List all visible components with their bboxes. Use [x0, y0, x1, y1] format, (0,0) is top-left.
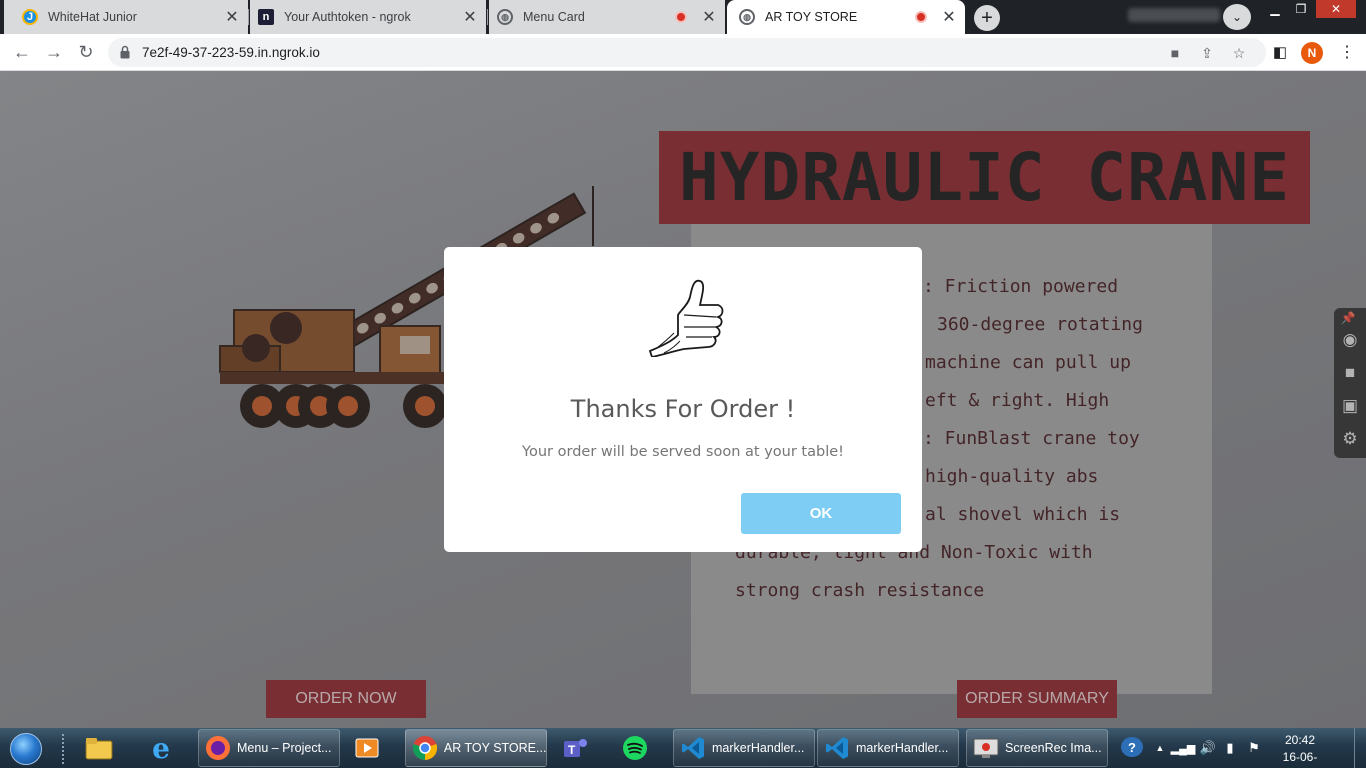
close-tab-icon[interactable]: ✕: [220, 5, 244, 29]
firefox-icon: [203, 733, 233, 763]
minimize-button[interactable]: ▁: [1262, 0, 1288, 18]
taskbar-item-label: ScreenRec Ima...: [1005, 741, 1102, 755]
chrome-icon: [410, 733, 440, 763]
thumbs-up-icon: [648, 279, 724, 357]
taskbar-item-vscode-1[interactable]: markerHandler...: [673, 729, 815, 767]
whitehat-icon: J: [22, 9, 38, 25]
close-window-button[interactable]: ✕: [1316, 0, 1356, 18]
tab-whitehat-junior[interactable]: J WhiteHat Junior ✕: [4, 0, 248, 34]
system-clock[interactable]: 20:42 16-06-2022: [1270, 732, 1330, 768]
volume-icon[interactable]: 🔊: [1199, 738, 1217, 758]
taskbar-item-chrome[interactable]: AR TOY STORE...: [405, 729, 547, 767]
reload-button[interactable]: ↻: [72, 38, 100, 66]
media-player-icon: [352, 733, 382, 763]
file-explorer-button[interactable]: [84, 729, 124, 767]
taskbar-item-vscode-2[interactable]: markerHandler...: [817, 729, 959, 767]
new-tab-button[interactable]: +: [974, 5, 1000, 31]
browser-toolbar: ← → ↻ 7e2f-49-37-223-59.in.ngrok.io ■ ⇪ …: [0, 34, 1366, 71]
power-icon[interactable]: ▮: [1222, 738, 1238, 758]
taskbar-item-firefox[interactable]: Menu – Project...: [198, 729, 340, 767]
close-tab-icon[interactable]: ✕: [937, 5, 961, 29]
url-text: 7e2f-49-37-223-59.in.ngrok.io: [142, 45, 320, 60]
tab-ngrok-authtoken[interactable]: n Your Authtoken - ngrok ✕: [250, 0, 486, 34]
teams-button[interactable]: T: [560, 729, 600, 767]
dialog-title: Thanks For Order !: [570, 395, 796, 423]
spotify-button[interactable]: [620, 729, 660, 767]
windows-logo-icon: [10, 733, 42, 765]
media-player-button[interactable]: [352, 729, 392, 767]
tab-title: AR TOY STORE: [765, 10, 858, 24]
network-signal-icon[interactable]: ▂▄▆: [1171, 738, 1196, 758]
taskbar-grip: [62, 734, 66, 764]
vscode-icon: [822, 733, 852, 763]
close-tab-icon[interactable]: ✕: [697, 5, 721, 29]
tab-separator: [248, 9, 249, 25]
profile-avatar[interactable]: N: [1301, 42, 1323, 64]
globe-icon: ◍: [739, 9, 755, 25]
recording-indicator-icon: [915, 11, 927, 23]
lock-icon: [120, 45, 130, 59]
side-panel-icon[interactable]: ◧: [1270, 42, 1290, 62]
ngrok-icon: n: [258, 9, 274, 25]
taskbar-item-label: markerHandler...: [856, 741, 949, 755]
clock-date: 16-06-2022: [1282, 750, 1318, 768]
forward-button[interactable]: →: [40, 38, 68, 66]
order-confirmation-dialog: Thanks For Order ! Your order will be se…: [444, 247, 922, 552]
close-tab-icon[interactable]: ✕: [458, 5, 482, 29]
ok-button[interactable]: OK: [741, 493, 901, 534]
svg-text:T: T: [568, 743, 576, 757]
tab-ar-toy-store[interactable]: ◍ AR TOY STORE ✕: [727, 0, 965, 34]
tab-title: WhiteHat Junior: [48, 10, 137, 24]
taskbar-item-label: AR TOY STORE...: [443, 741, 546, 755]
camera-in-use-icon[interactable]: ■: [1166, 44, 1184, 62]
tab-title: Your Authtoken - ngrok: [284, 10, 411, 24]
taskbar-item-label: markerHandler...: [712, 741, 805, 755]
action-center-flag-icon[interactable]: ⚑: [1246, 738, 1262, 758]
tab-menu-card[interactable]: ◍ Menu Card ✕: [489, 0, 725, 34]
folder-icon: [84, 733, 114, 763]
recording-indicator-icon: [675, 11, 687, 23]
dialog-message: Your order will be served soon at your t…: [522, 444, 844, 460]
clock-time: 20:42: [1284, 733, 1316, 747]
internet-explorer-button[interactable]: e: [146, 729, 186, 767]
blurred-region: [1128, 8, 1220, 22]
internet-explorer-icon: e: [152, 731, 170, 765]
tab-separator: [487, 9, 488, 25]
windows-taskbar: e Menu – Project... AR TOY STORE... T ma…: [0, 728, 1366, 768]
taskbar-item-label: Menu – Project...: [237, 741, 332, 755]
show-hidden-icons-icon[interactable]: ▲: [1154, 738, 1166, 758]
taskbar-item-screenrec[interactable]: ScreenRec Ima...: [966, 729, 1108, 767]
address-bar[interactable]: 7e2f-49-37-223-59.in.ngrok.io ■ ⇪ ☆: [108, 38, 1266, 67]
start-button[interactable]: [6, 730, 46, 768]
share-icon[interactable]: ⇪: [1198, 44, 1216, 62]
bookmark-star-icon[interactable]: ☆: [1230, 44, 1248, 62]
browser-menu-icon[interactable]: ⋮: [1339, 42, 1355, 62]
teams-icon: T: [560, 733, 590, 763]
globe-icon: ◍: [497, 9, 513, 25]
browser-tab-strip: J WhiteHat Junior ✕ n Your Authtoken - n…: [0, 0, 1366, 34]
back-button[interactable]: ←: [8, 38, 36, 66]
spotify-icon: [620, 733, 650, 763]
help-icon[interactable]: ?: [1121, 737, 1143, 757]
tab-search-button[interactable]: ⌄: [1223, 4, 1251, 30]
tab-title: Menu Card: [523, 10, 585, 24]
vscode-icon: [678, 733, 708, 763]
screenrec-icon: [971, 733, 1001, 763]
restore-button[interactable]: ❐: [1288, 0, 1314, 18]
show-desktop-button[interactable]: [1354, 728, 1366, 768]
